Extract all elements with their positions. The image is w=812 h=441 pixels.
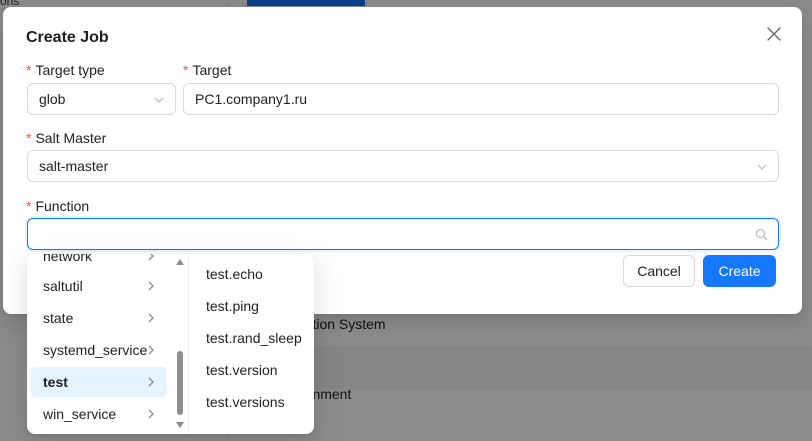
cascader-option-test-echo[interactable]: test.echo xyxy=(194,259,310,289)
chevron-down-icon xyxy=(153,93,165,105)
function-label: * Function xyxy=(26,198,90,214)
create-button[interactable]: Create xyxy=(703,255,776,287)
chevron-right-icon xyxy=(148,281,154,291)
cascader-option-win-service[interactable]: win_service xyxy=(31,399,167,429)
target-value: PC1.company1.ru xyxy=(195,91,308,107)
scroll-down-arrow-icon xyxy=(176,422,184,428)
close-icon[interactable] xyxy=(763,23,785,45)
chevron-right-icon xyxy=(148,313,154,323)
cascader-option-test-ping[interactable]: test.ping xyxy=(194,291,310,321)
cascader-option-test-version[interactable]: test.version xyxy=(194,355,310,385)
cascader-option-test-versions[interactable]: test.versions xyxy=(194,387,310,417)
salt-master-value: salt-master xyxy=(39,158,109,174)
cascader-option-systemd-service[interactable]: systemd_service xyxy=(31,335,167,365)
required-mark: * xyxy=(183,62,189,78)
modal-title: Create Job xyxy=(26,29,109,46)
function-column: test.echo test.ping test.rand_sleep test… xyxy=(190,254,314,434)
scroll-up-arrow-icon xyxy=(176,259,184,265)
cascader-option-test-rand-sleep[interactable]: test.rand_sleep xyxy=(194,323,310,353)
chevron-right-icon xyxy=(148,377,154,387)
required-mark: * xyxy=(26,198,32,214)
target-type-select[interactable]: glob xyxy=(27,83,176,115)
module-column: network saltutil state systemd_service t… xyxy=(27,254,189,434)
chevron-right-icon xyxy=(148,409,154,419)
cascader-option-test[interactable]: test xyxy=(31,367,167,397)
salt-master-label: * Salt Master xyxy=(26,130,107,146)
cancel-button[interactable]: Cancel xyxy=(623,255,695,287)
salt-master-select[interactable]: salt-master xyxy=(27,150,779,182)
required-mark: * xyxy=(26,62,32,78)
cascader-option-saltutil[interactable]: saltutil xyxy=(31,271,167,301)
chevron-right-icon xyxy=(148,345,154,355)
function-cascader-dropdown: network saltutil state systemd_service t… xyxy=(27,254,314,434)
module-column-scrollbar[interactable] xyxy=(173,254,187,434)
chevron-down-icon xyxy=(756,160,768,172)
scrollbar-thumb[interactable] xyxy=(177,351,183,415)
cascader-option-state[interactable]: state xyxy=(31,303,167,333)
target-type-label: * Target type xyxy=(26,62,105,78)
target-input[interactable]: PC1.company1.ru xyxy=(183,83,779,115)
function-cascader-input[interactable] xyxy=(27,218,779,250)
cascader-option-network[interactable]: network xyxy=(31,254,167,271)
required-mark: * xyxy=(26,130,32,146)
search-icon xyxy=(755,228,768,241)
chevron-right-icon xyxy=(148,254,154,261)
target-type-value: glob xyxy=(39,91,66,107)
target-label: * Target xyxy=(183,62,232,78)
